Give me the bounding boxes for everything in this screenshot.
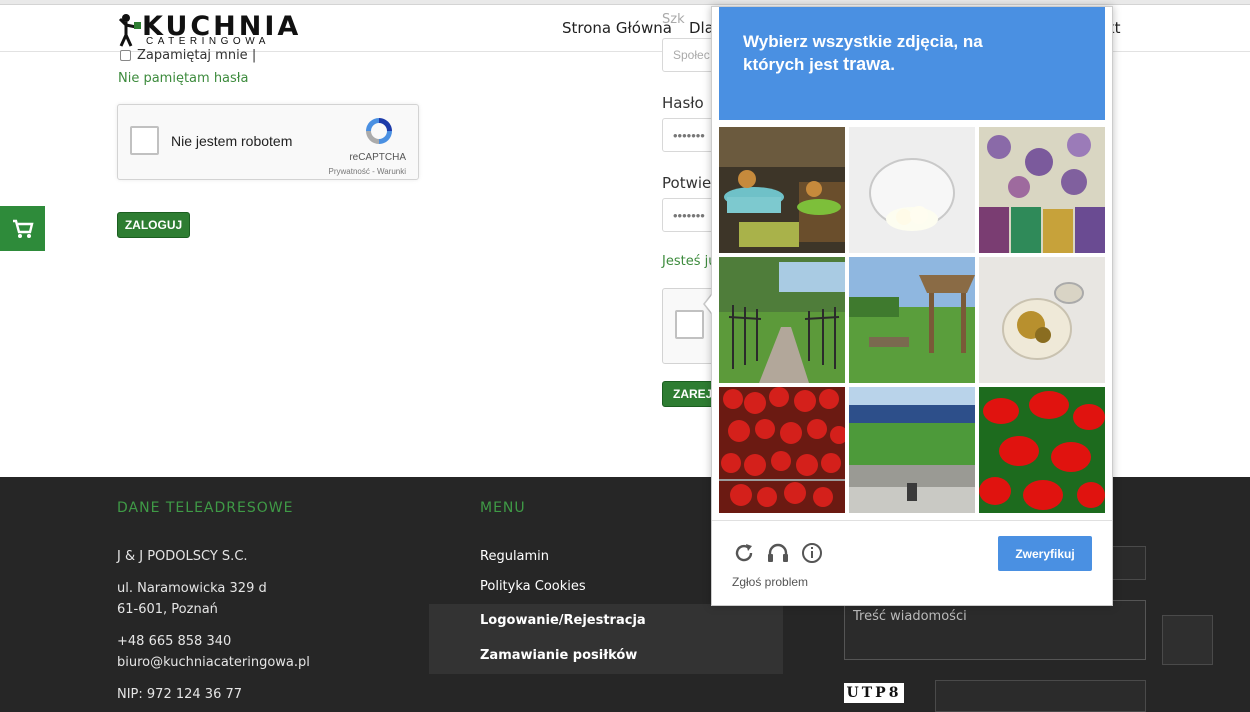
contact-email[interactable]: biuro@kuchniacateringowa.pl xyxy=(117,652,310,673)
address-street: ul. Naramowicka 329 d xyxy=(117,581,267,596)
recaptcha-widget: Nie jestem robotem reCAPTCHA Prywatność … xyxy=(117,104,419,180)
instruction-suffix: . xyxy=(890,55,895,74)
company-nip: NIP: 972 124 36 77 xyxy=(117,687,243,702)
send-button[interactable] xyxy=(1162,615,1213,665)
logo-subtitle: CATERINGOWA xyxy=(146,36,270,47)
info-icon[interactable] xyxy=(800,541,824,565)
challenge-separator xyxy=(712,520,1112,521)
challenge-instruction-line1: Wybierz wszystkie zdjęcia, na xyxy=(743,32,983,51)
challenge-tile-6[interactable] xyxy=(979,257,1105,383)
challenge-keyword: trawa xyxy=(843,54,891,74)
challenge-tile-9[interactable] xyxy=(979,387,1105,513)
chef-figure-icon xyxy=(118,14,141,47)
recaptcha-checkbox[interactable] xyxy=(130,126,159,155)
audio-icon[interactable] xyxy=(766,541,790,565)
nav-home[interactable]: Strona Główna xyxy=(562,19,672,37)
register-recaptcha-checkbox[interactable] xyxy=(675,310,704,339)
password-label: Hasło xyxy=(662,94,704,112)
recaptcha-privacy-link[interactable]: Prywatność - Warunki xyxy=(329,167,407,176)
forgot-password-link[interactable]: Nie pamiętam hasła xyxy=(118,71,248,86)
challenge-tile-8[interactable] xyxy=(849,387,975,513)
cart-button[interactable] xyxy=(0,206,45,251)
company-name: J & J PODOLSCY S.C. xyxy=(117,549,248,564)
address-city: 61-601, Poznań xyxy=(117,602,218,617)
challenge-tile-4[interactable] xyxy=(719,257,845,383)
remember-me[interactable]: Zapamiętaj mnie | xyxy=(120,48,256,63)
menu-item-regulamin[interactable]: Regulamin xyxy=(480,549,549,564)
captcha-input[interactable] xyxy=(935,680,1146,712)
challenge-tile-7[interactable] xyxy=(719,387,845,513)
recaptcha-challenge-popup: Wybierz wszystkie zdjęcia, na których je… xyxy=(711,6,1113,606)
cart-icon xyxy=(12,219,34,238)
menu-heading: MENU xyxy=(480,500,526,516)
recaptcha-logo-icon xyxy=(366,118,392,144)
reload-icon[interactable] xyxy=(732,541,756,565)
challenge-tile-1[interactable] xyxy=(719,127,845,253)
menu-item-cookies[interactable]: Polityka Cookies xyxy=(480,579,586,594)
register-label-top: Szk xyxy=(662,12,685,27)
challenge-tile-5[interactable] xyxy=(849,257,975,383)
instruction-prefix: których jest xyxy=(743,55,844,74)
confirm-password-label: Potwier xyxy=(662,174,718,192)
remember-checkbox[interactable] xyxy=(120,50,131,61)
contact-phone[interactable]: +48 665 858 340 xyxy=(117,631,231,652)
menu-item-orders[interactable]: Zamawianie posiłków xyxy=(480,648,637,663)
challenge-instruction-line2: których jest trawa. xyxy=(743,53,1105,76)
popup-arrow-inner xyxy=(705,295,712,313)
contact-heading: DANE TELEADRESOWE xyxy=(117,500,294,516)
captcha-image: UTP8 xyxy=(844,683,904,703)
verify-button[interactable]: Zweryfikuj xyxy=(998,536,1092,571)
menu-item-login[interactable]: Logowanie/Rejestracja xyxy=(480,613,646,628)
challenge-tile-3[interactable] xyxy=(979,127,1105,253)
recaptcha-label: Nie jestem robotem xyxy=(171,133,293,149)
already-registered-link[interactable]: Jesteś ju xyxy=(662,254,716,269)
report-problem-link[interactable]: Zgłoś problem xyxy=(732,575,808,589)
remember-label: Zapamiętaj mnie | xyxy=(137,48,257,63)
site-logo[interactable]: KUCHNIA CATERINGOWA xyxy=(118,11,298,49)
challenge-tile-2[interactable] xyxy=(849,127,975,253)
recaptcha-brand: reCAPTCHA xyxy=(349,152,406,163)
challenge-header: Wybierz wszystkie zdjęcia, na których je… xyxy=(719,7,1105,120)
message-textarea[interactable]: Treść wiadomości xyxy=(844,600,1146,660)
login-button[interactable]: ZALOGUJ xyxy=(117,212,190,238)
